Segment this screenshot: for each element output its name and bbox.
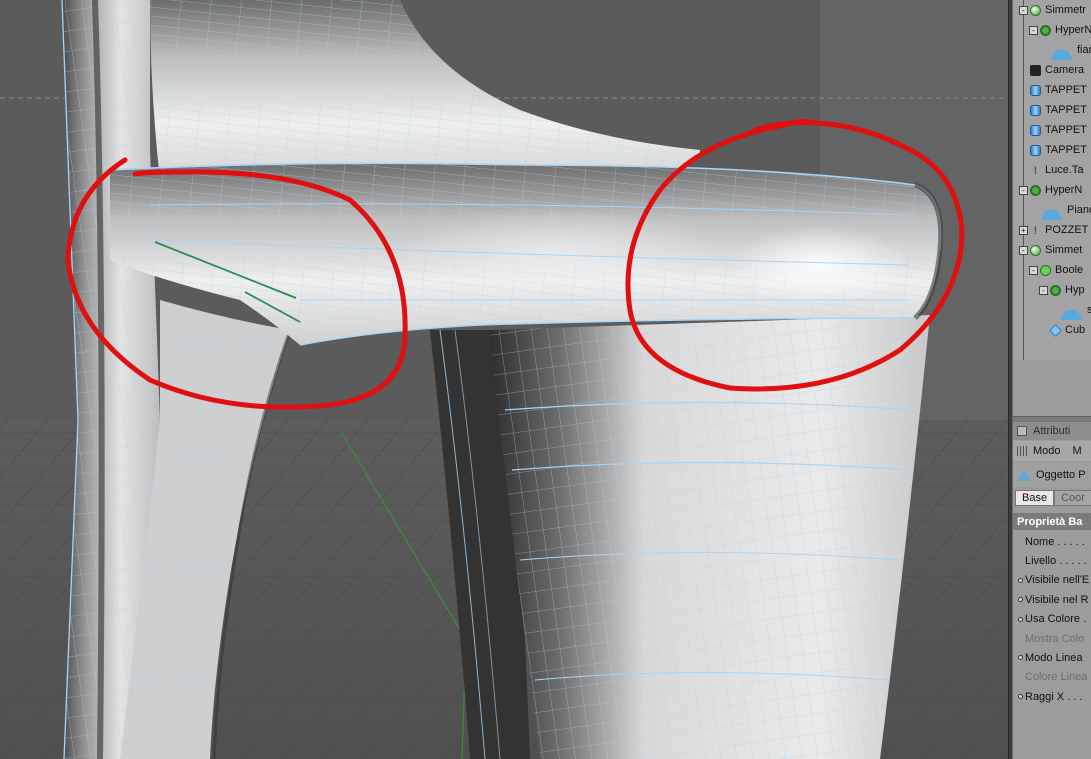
property-label: Usa Colore .: [1025, 613, 1087, 626]
cylinder-icon: [1030, 144, 1041, 156]
polygon-object-icon: [1050, 40, 1073, 60]
cylinder-icon: [1030, 84, 1041, 96]
menu-modo[interactable]: Modo: [1033, 445, 1061, 457]
tree-item[interactable]: - HyperN: [1013, 20, 1091, 40]
tree-item[interactable]: Cub: [1013, 320, 1091, 340]
tree-item-label: TAPPET: [1045, 144, 1087, 156]
viewport-canvas: [0, 0, 1010, 759]
property-row[interactable]: Visibile nell'E: [1013, 571, 1091, 590]
tree-item[interactable]: - Boole: [1013, 260, 1091, 280]
symmetry-icon: [1030, 244, 1041, 256]
property-row[interactable]: Modo Linea: [1013, 648, 1091, 667]
tree-item-label: HyperN: [1045, 184, 1083, 196]
side-panel: -Simmetr-HyperNfianCameraTAPPETTAPPETTAP…: [1013, 0, 1091, 759]
tree-item-label: TAPPET: [1045, 84, 1087, 96]
property-label: Mostra Colo: [1025, 632, 1085, 645]
property-row[interactable]: Colore Linea: [1013, 668, 1091, 687]
section-basic-properties: Proprietà Ba: [1013, 513, 1091, 530]
tree-item-label: se: [1087, 304, 1091, 316]
light-icon: !: [1033, 164, 1038, 177]
tree-item[interactable]: ! Luce.Ta: [1013, 160, 1091, 180]
tree-item-label: Boole: [1055, 264, 1084, 276]
hypernurbs-icon: [1050, 284, 1061, 296]
tree-item[interactable]: TAPPET: [1013, 120, 1091, 140]
tree-item[interactable]: Piano: [1013, 200, 1091, 220]
tree-item-label: Piano: [1067, 204, 1091, 216]
attributes-object: Oggetto P: [1013, 463, 1091, 487]
polygon-object-icon: [1018, 469, 1030, 481]
object-type-label: Oggetto P: [1036, 469, 1086, 481]
tree-item-label: POZZET: [1045, 224, 1089, 236]
light-icon: !: [1033, 224, 1038, 237]
tab-coord[interactable]: Coor: [1054, 490, 1091, 506]
property-label: Colore Linea: [1025, 671, 1088, 684]
tree-item[interactable]: - Simmet: [1013, 240, 1091, 260]
tree-item-label: Luce.Ta: [1045, 164, 1084, 176]
menu-m[interactable]: M: [1073, 445, 1082, 457]
hypernurbs-icon: [1040, 24, 1051, 36]
property-label: Nome . . . . .: [1025, 535, 1085, 548]
property-row[interactable]: Visibile nel R: [1013, 590, 1091, 609]
attributes-header: Attributi: [1013, 422, 1091, 440]
polygon-object-icon: [1060, 300, 1083, 320]
tree-item[interactable]: TAPPET: [1013, 140, 1091, 160]
property-row[interactable]: Nome . . . . .: [1013, 532, 1091, 551]
tree-item[interactable]: Camera: [1013, 60, 1091, 80]
tree-item-label: fian: [1077, 44, 1091, 56]
collapse-icon[interactable]: -: [1019, 185, 1028, 195]
cube-icon: [1049, 323, 1062, 337]
property-label: Raggi X . . .: [1025, 690, 1083, 703]
animation-dot-icon[interactable]: [1018, 694, 1023, 700]
property-label: Modo Linea: [1025, 651, 1083, 664]
3d-viewport[interactable]: [0, 0, 1010, 759]
symmetry-icon: [1030, 4, 1041, 16]
property-row[interactable]: Livello . . . . .: [1013, 551, 1091, 570]
tree-item-label: Camera: [1045, 64, 1085, 76]
tree-item[interactable]: - Hyp: [1013, 280, 1091, 300]
attributes-title: Attributi: [1033, 425, 1071, 437]
grip-icon: [1017, 446, 1027, 456]
animation-dot-icon[interactable]: [1018, 597, 1023, 603]
tree-item-label: Simmet: [1045, 244, 1083, 256]
boole-icon: [1040, 264, 1051, 276]
attributes-tabs: Base Coor: [1013, 488, 1091, 508]
tree-item-label: Cub: [1065, 324, 1086, 336]
property-row[interactable]: Raggi X . . .: [1013, 687, 1091, 706]
animation-dot-icon[interactable]: [1018, 577, 1023, 583]
polygon-object-icon: [1040, 200, 1063, 220]
property-label: Visibile nel R: [1025, 593, 1089, 606]
tree-item[interactable]: TAPPET: [1013, 100, 1091, 120]
tree-item-label: HyperN: [1055, 24, 1091, 36]
expand-icon[interactable]: +: [1019, 225, 1028, 235]
hypernurbs-icon: [1030, 184, 1041, 196]
collapse-icon[interactable]: -: [1019, 245, 1028, 255]
property-row[interactable]: Usa Colore .: [1013, 610, 1091, 629]
tree-item[interactable]: - HyperN: [1013, 180, 1091, 200]
tree-item[interactable]: - Simmetr: [1013, 0, 1091, 20]
tree-item[interactable]: TAPPET: [1013, 80, 1091, 100]
tree-item-label: TAPPET: [1045, 124, 1087, 136]
tree-item[interactable]: se: [1013, 300, 1091, 320]
tree-item-label: TAPPET: [1045, 104, 1087, 116]
tree-item-label: Simmetr: [1045, 4, 1086, 16]
property-row[interactable]: Mostra Colo: [1013, 629, 1091, 648]
collapse-icon[interactable]: -: [1039, 285, 1048, 295]
cylinder-icon: [1030, 124, 1041, 136]
tab-base[interactable]: Base: [1015, 490, 1055, 506]
tree-item-label: Hyp: [1065, 284, 1085, 296]
animation-dot-icon[interactable]: [1018, 616, 1023, 622]
property-label: Visibile nell'E: [1025, 574, 1090, 587]
property-label: Livello . . . . .: [1025, 554, 1087, 567]
camera-icon: [1030, 64, 1041, 76]
collapse-icon[interactable]: -: [1019, 5, 1028, 15]
cylinder-icon: [1030, 104, 1041, 116]
attributes-menu: Modo M: [1013, 441, 1091, 461]
collapse-icon[interactable]: -: [1029, 25, 1038, 35]
object-manager: -Simmetr-HyperNfianCameraTAPPETTAPPETTAP…: [1013, 0, 1091, 360]
collapse-icon[interactable]: -: [1029, 265, 1038, 275]
animation-dot-icon[interactable]: [1018, 655, 1023, 661]
tree-item[interactable]: +! POZZET: [1013, 220, 1091, 240]
tree-item[interactable]: fian: [1013, 40, 1091, 60]
attributes-checkbox[interactable]: [1017, 426, 1027, 436]
